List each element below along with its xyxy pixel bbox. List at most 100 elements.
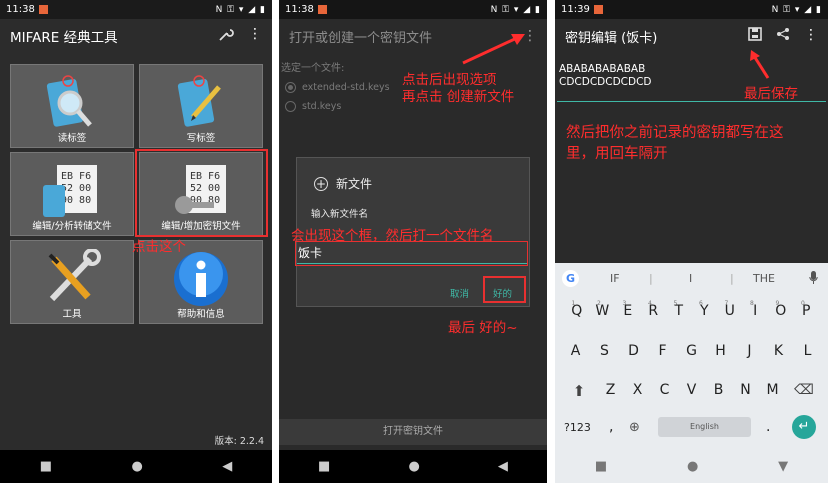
- enter-icon[interactable]: ↵: [792, 415, 816, 439]
- status-time: 11:39: [561, 4, 590, 15]
- google-g-icon[interactable]: G: [562, 269, 579, 287]
- key-i[interactable]: I: [743, 303, 769, 319]
- overflow-menu-icon[interactable]: ⋮: [804, 27, 818, 45]
- status-time: 11:38: [6, 4, 35, 15]
- radio-unchecked-icon: [285, 101, 296, 112]
- share-icon[interactable]: [776, 27, 790, 45]
- annotation-click-this: 点击这个: [132, 239, 186, 255]
- key-hint: 4: [648, 300, 652, 307]
- key-hint: 1: [571, 300, 576, 307]
- tile-write-tag[interactable]: 写标签: [139, 64, 263, 148]
- recents-icon[interactable]: ■: [595, 459, 607, 474]
- keyboard-down-icon[interactable]: ▼: [778, 459, 788, 474]
- key-l[interactable]: L: [793, 343, 822, 359]
- home-icon[interactable]: ●: [687, 459, 698, 474]
- key-u[interactable]: U: [717, 303, 743, 319]
- home-icon[interactable]: ●: [131, 459, 142, 474]
- key-t[interactable]: T: [666, 303, 692, 319]
- tile-label: 写标签: [186, 133, 216, 144]
- suggestion[interactable]: IF: [610, 272, 620, 285]
- svg-text:52 00: 52 00: [61, 183, 91, 194]
- open-key-file-button[interactable]: 打开密钥文件: [279, 419, 547, 445]
- key-row-4: ?123 , ⊕ English . ↵: [555, 415, 828, 439]
- backspace-icon[interactable]: ⌫: [786, 382, 822, 400]
- shift-icon[interactable]: ⬆: [561, 382, 597, 400]
- key-editor[interactable]: ABABABABABAB CDCDCDCDCDCD 最后保存 然后把你之前记录的…: [555, 53, 828, 263]
- key-w[interactable]: W: [590, 303, 616, 319]
- page-title: 密钥编辑 (饭卡): [565, 30, 658, 46]
- tools-icon: [42, 248, 102, 310]
- key-e[interactable]: E: [615, 303, 641, 319]
- dialog-prompt: 输入新文件名: [311, 209, 369, 220]
- wrench-icon[interactable]: [218, 26, 234, 46]
- status-icons: N ⚿ ▾ ◢ ▮: [771, 4, 822, 15]
- key-h[interactable]: H: [706, 343, 735, 359]
- key-d[interactable]: D: [619, 343, 648, 359]
- key-row-1: Q1 W2 E3 R4 T5 Y6 U7 I8 O9 P0: [555, 300, 828, 319]
- add-circle-icon: +: [314, 176, 328, 191]
- mic-icon[interactable]: [809, 271, 818, 288]
- key-m[interactable]: M: [759, 382, 786, 400]
- annotation-dialog: 会出现这个框，然后打一个文件名: [291, 228, 494, 244]
- save-icon[interactable]: [748, 27, 762, 45]
- annotation-arrow: [462, 34, 525, 65]
- key-c[interactable]: C: [651, 382, 678, 400]
- key-k[interactable]: K: [764, 343, 793, 359]
- key-hint: 7: [724, 300, 729, 307]
- tile-edit-dump[interactable]: EB F6 52 00 90 80 编辑/分析转储文件: [10, 152, 134, 236]
- key-o[interactable]: O: [768, 303, 794, 319]
- status-bar: 11:39 N ⚿ ▾ ◢ ▮: [555, 0, 828, 19]
- cancel-button[interactable]: 取消: [450, 286, 469, 300]
- tile-read-tag[interactable]: 读标签: [10, 64, 134, 148]
- key-p[interactable]: P: [794, 303, 820, 319]
- nav-bar: ■ ● ▼: [555, 450, 828, 483]
- annotation-arrow: [750, 50, 770, 79]
- key-a[interactable]: A: [561, 343, 590, 359]
- key-x[interactable]: X: [624, 382, 651, 400]
- tile-tools[interactable]: 工具: [10, 240, 134, 324]
- back-icon[interactable]: ◀: [498, 459, 508, 474]
- annotation-menu: 点击后出现选项 再点击 创建新文件: [402, 72, 515, 105]
- key-g[interactable]: G: [677, 343, 706, 359]
- info-icon: [171, 249, 231, 312]
- suggestion[interactable]: THE: [753, 272, 775, 285]
- symbols-key[interactable]: ?123: [564, 421, 591, 434]
- app-toolbar: MIFARE 经典工具 ⋮: [0, 19, 272, 53]
- key-b[interactable]: B: [705, 382, 732, 400]
- overflow-menu-icon[interactable]: ⋮: [248, 26, 262, 46]
- key-j[interactable]: J: [735, 343, 764, 359]
- key-r[interactable]: R: [641, 303, 667, 319]
- recents-icon[interactable]: ■: [40, 459, 52, 474]
- key-n[interactable]: N: [732, 382, 759, 400]
- key-hint: 8: [750, 300, 754, 307]
- globe-icon[interactable]: ⊕: [629, 420, 640, 435]
- key-q[interactable]: Q: [564, 303, 590, 319]
- space-bar[interactable]: English: [658, 417, 751, 437]
- key-hint: 9: [775, 300, 780, 307]
- nav-bar: ■ ● ◀: [0, 450, 272, 483]
- file-name: extended-std.keys: [302, 82, 390, 93]
- home-icon[interactable]: ●: [408, 459, 419, 474]
- key-v[interactable]: V: [678, 382, 705, 400]
- period-key[interactable]: .: [766, 419, 770, 435]
- radio-checked-icon: [285, 82, 296, 93]
- key-s[interactable]: S: [590, 343, 619, 359]
- key-row-3: ⬆ ZXCVBNM ⌫: [555, 382, 828, 400]
- key-f[interactable]: F: [648, 343, 677, 359]
- version-label: 版本: 2.2.4: [214, 436, 264, 447]
- nav-bar: ■ ● ◀: [279, 450, 547, 483]
- comma-key[interactable]: ,: [609, 419, 613, 435]
- page-title: 打开或创建一个密钥文件: [289, 30, 433, 46]
- key-line: ABABABABABAB: [559, 63, 646, 75]
- key-y[interactable]: Y: [692, 303, 718, 319]
- highlight-box-ok: [483, 276, 526, 303]
- dialog-header: + 新文件: [314, 175, 529, 192]
- suggestion[interactable]: I: [689, 272, 692, 285]
- key-z[interactable]: Z: [597, 382, 624, 400]
- annotation-save: 最后保存: [744, 86, 798, 102]
- back-icon[interactable]: ◀: [222, 459, 232, 474]
- suggestion-strip: G IF | I | THE: [555, 263, 828, 293]
- key-hint: 2: [597, 300, 601, 307]
- recents-icon[interactable]: ■: [318, 459, 330, 474]
- svg-text:EB F6: EB F6: [61, 171, 91, 182]
